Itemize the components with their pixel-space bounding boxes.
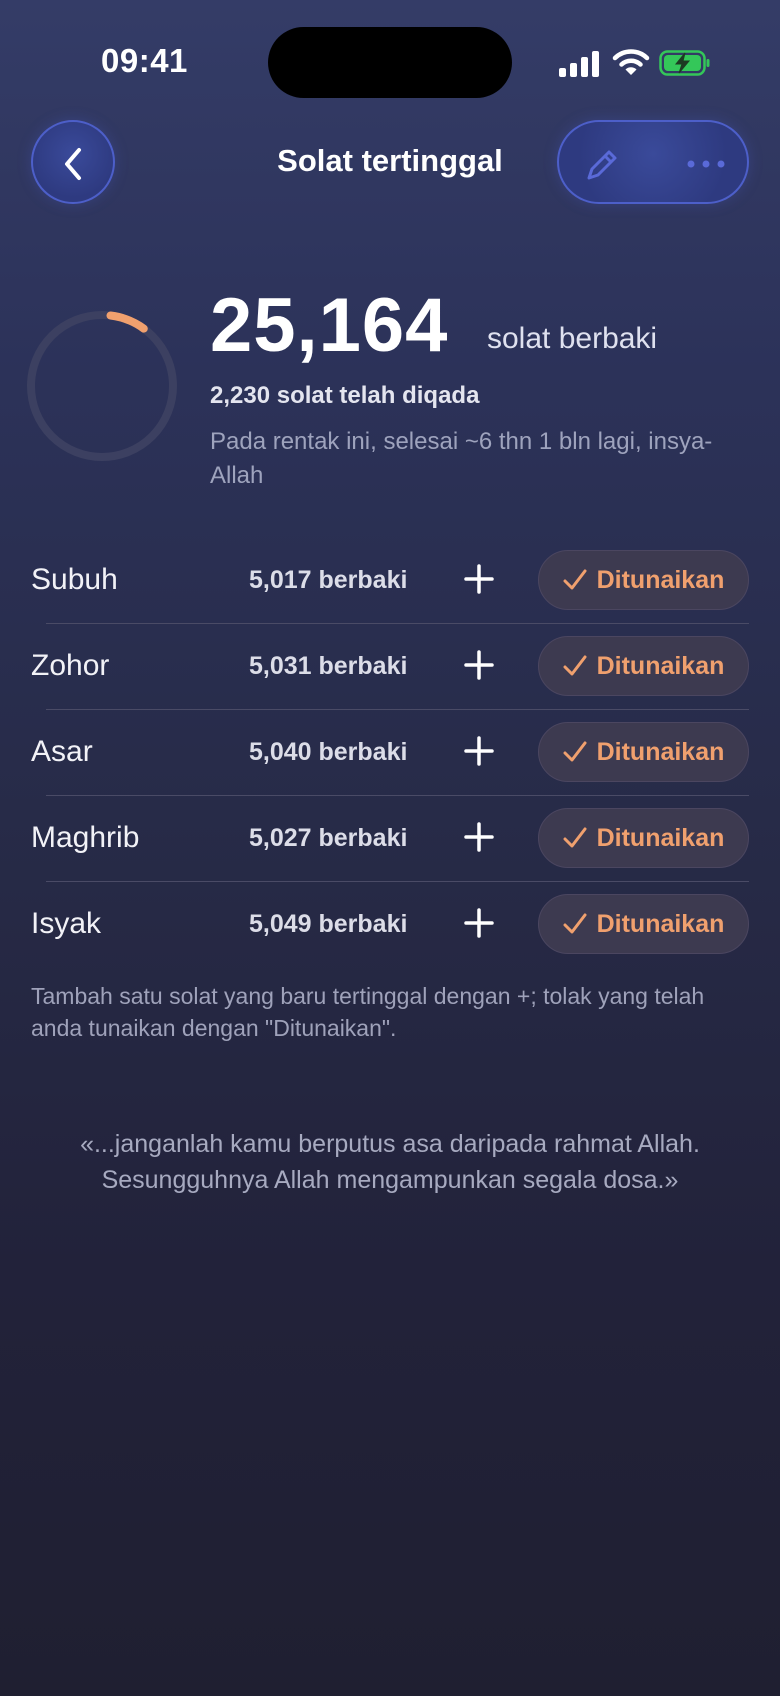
prayer-name: Asar (31, 735, 93, 768)
done-button-label: Ditunaikan (596, 651, 725, 680)
prayer-name: Maghrib (31, 821, 140, 854)
completion-estimate: Pada rentak ini, selesai ~6 thn 1 bln la… (210, 428, 713, 489)
prayer-name: Subuh (31, 563, 118, 596)
done-button[interactable]: Ditunaikan (538, 550, 749, 610)
prayer-row-maghrib: Maghrib 5,027 berbaki Ditunaikan (0, 795, 780, 881)
usage-hint: Tambah satu solat yang baru tertinggal d… (31, 983, 705, 1041)
prayer-row-isyak: Isyak 5,049 berbaki Ditunaikan (0, 881, 780, 967)
done-button[interactable]: Ditunaikan (538, 722, 749, 782)
checkmark-icon (563, 655, 587, 676)
progress-ring-arc (106, 311, 148, 333)
plus-icon[interactable] (464, 564, 494, 594)
prayer-remaining: 5,027 berbaki (249, 824, 408, 852)
pencil-icon[interactable] (583, 146, 621, 184)
plus-icon[interactable] (464, 650, 494, 680)
done-button-label: Ditunaikan (596, 909, 725, 938)
plus-icon[interactable] (464, 908, 494, 938)
prayer-row-subuh: Subuh 5,017 berbaki Ditunaikan (0, 537, 780, 623)
nav-actions-pill (557, 120, 749, 204)
done-button[interactable]: Ditunaikan (538, 636, 749, 696)
checkmark-icon (563, 827, 587, 848)
prayer-row-zohor: Zohor 5,031 berbaki Ditunaikan (0, 623, 780, 709)
prayer-name: Zohor (31, 649, 110, 682)
plus-icon[interactable] (464, 736, 494, 766)
checkmark-icon (563, 913, 587, 934)
wifi-icon (612, 49, 650, 75)
chevron-left-icon (65, 148, 81, 180)
page-title: Solat tertinggal (277, 143, 503, 178)
ellipsis-icon[interactable] (686, 158, 726, 170)
done-button-label: Ditunaikan (596, 565, 725, 594)
plus-icon[interactable] (464, 822, 494, 852)
cellular-signal-icon (559, 51, 599, 77)
done-button-label: Ditunaikan (596, 737, 725, 766)
prayer-row-asar: Asar 5,040 berbaki Ditunaikan (0, 709, 780, 795)
done-button[interactable]: Ditunaikan (538, 808, 749, 868)
back-button[interactable] (31, 120, 115, 204)
prayer-name: Isyak (31, 907, 102, 940)
prayer-remaining: 5,049 berbaki (249, 910, 408, 938)
done-button[interactable]: Ditunaikan (538, 894, 749, 954)
battery-charging-icon (659, 50, 710, 76)
progress-ring (27, 311, 177, 461)
prayer-remaining: 5,031 berbaki (249, 652, 408, 680)
status-time: 09:41 (101, 42, 188, 79)
checkmark-icon (563, 569, 587, 590)
quote-text: «...janganlah kamu berputus asa daripada… (80, 1130, 700, 1194)
made-up-count: 2,230 solat telah diqada (210, 382, 480, 409)
prayer-remaining: 5,040 berbaki (249, 738, 408, 766)
done-button-label: Ditunaikan (596, 823, 725, 852)
remaining-total: 25,164 (210, 283, 449, 368)
dynamic-island (268, 27, 512, 98)
checkmark-icon (563, 741, 587, 762)
remaining-unit: solat berbaki (487, 322, 658, 355)
prayer-remaining: 5,017 berbaki (249, 566, 408, 594)
